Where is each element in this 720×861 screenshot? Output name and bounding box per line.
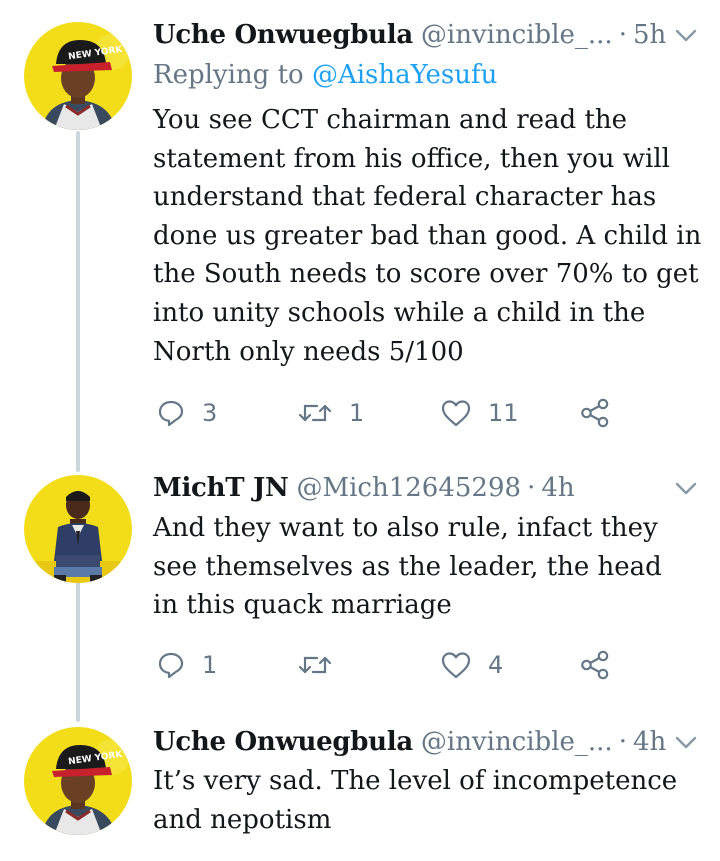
author-name[interactable]: MichT JN	[153, 473, 289, 503]
tweet-text-line: You see CCT chairman and read the	[153, 105, 628, 135]
share-button[interactable]	[579, 645, 611, 685]
replying-to: Replying to @AishaYesufu	[153, 60, 497, 90]
tweet-text-line: It’s very sad. The level of incompetence	[153, 766, 678, 796]
avatar[interactable]: NEW YORK	[24, 727, 132, 835]
tweet-text: You see CCT chairman and read the statem…	[153, 101, 703, 371]
tweet-actions: 3 1 11	[153, 393, 633, 433]
reply-button[interactable]: 3	[156, 393, 217, 433]
timestamp[interactable]: 5h	[633, 20, 666, 50]
replying-prefix: Replying to	[153, 60, 304, 90]
retweet-button[interactable]	[297, 645, 333, 685]
timestamp[interactable]: 4h	[633, 727, 666, 757]
tweet-1[interactable]: NEW YORK Uche Onwuegbula @invincible_...…	[0, 0, 720, 460]
tweet-text-line: And they want to also rule, infact they	[153, 513, 658, 543]
tweet-3[interactable]: NEW YORK Uche Onwuegbula @invincible_...…	[0, 722, 720, 861]
avatar[interactable]: NEW YORK	[24, 22, 132, 130]
reply-icon	[158, 652, 184, 679]
share-button[interactable]	[579, 393, 611, 433]
author-handle[interactable]: @invincible_...	[421, 727, 613, 757]
tweet-text-line: in this quack marriage	[153, 590, 452, 621]
reply-icon	[158, 400, 184, 427]
timestamp[interactable]: 4h	[541, 473, 574, 503]
replying-to-mention[interactable]: @AishaYesufu	[312, 60, 497, 90]
tweet-text: It’s very sad. The level of incompetence…	[153, 762, 703, 839]
author-name[interactable]: Uche Onwuegbula	[153, 20, 413, 50]
like-icon	[441, 652, 471, 679]
tweet-2[interactable]: MichT JN @Mich12645298 · 4h And they wan…	[0, 470, 720, 720]
tweet-header: Uche Onwuegbula @invincible_... · 5h	[153, 15, 700, 55]
share-icon	[581, 398, 609, 428]
chevron-down-icon[interactable]	[672, 728, 700, 756]
separator-dot: ·	[618, 727, 627, 757]
tweet-header: Uche Onwuegbula @invincible_... · 4h	[153, 722, 700, 762]
avatar[interactable]	[24, 475, 132, 583]
like-button[interactable]: 11	[440, 393, 519, 433]
like-icon	[441, 400, 471, 427]
like-count: 4	[488, 651, 504, 679]
tweet-text-line: and nepotism	[153, 804, 332, 835]
retweet-count: 1	[349, 399, 365, 427]
author-handle[interactable]: @invincible_...	[421, 20, 613, 50]
tweet-text-line: done us greater bad than good. A child i…	[153, 220, 702, 251]
tweet-text: And they want to also rule, infact they …	[153, 509, 703, 625]
tweet-text-line: the South needs to score over 70% to get	[153, 259, 699, 290]
chevron-down-icon[interactable]	[672, 474, 700, 502]
separator-dot: ·	[618, 20, 627, 50]
retweet-icon	[298, 656, 332, 674]
reply-button[interactable]: 1	[156, 645, 217, 685]
tweet-text-line: into unity schools while a child in the	[153, 297, 646, 328]
like-count: 11	[488, 399, 519, 427]
share-icon	[581, 650, 609, 680]
retweet-icon	[298, 404, 332, 422]
reply-count: 3	[202, 399, 218, 427]
tweet-text-line: statement from his office, then you will	[153, 143, 670, 174]
reply-count: 1	[202, 651, 218, 679]
tweet-header: MichT JN @Mich12645298 · 4h	[153, 468, 700, 508]
author-name[interactable]: Uche Onwuegbula	[153, 727, 413, 757]
retweet-button[interactable]: 1	[297, 393, 364, 433]
tweet-text-line: understand that federal character has	[153, 182, 657, 213]
chevron-down-icon[interactable]	[672, 21, 700, 49]
like-button[interactable]: 4	[440, 645, 503, 685]
separator-dot: ·	[527, 473, 536, 503]
tweet-text-line: see themselves as the leader, the head	[153, 551, 662, 582]
tweet-text-line: North only needs 5/100	[153, 336, 464, 367]
tweet-actions: 1 4	[153, 645, 633, 685]
author-handle[interactable]: @Mich12645298	[296, 473, 521, 503]
